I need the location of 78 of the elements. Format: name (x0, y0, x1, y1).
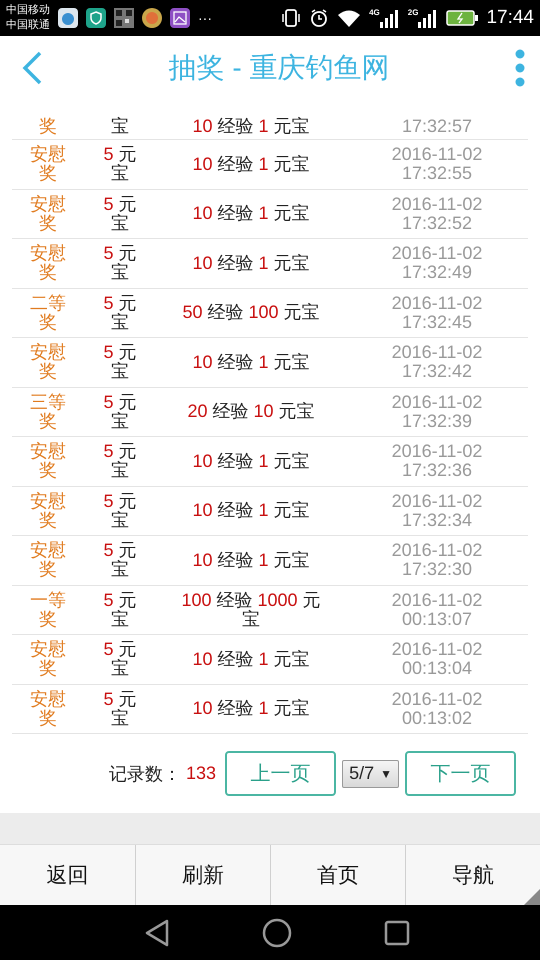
cost-text: 5 元宝 (102, 640, 138, 678)
prize-name: 安慰奖 (29, 640, 67, 678)
app-icon (142, 8, 162, 28)
nav-button[interactable]: 返回 (0, 845, 135, 905)
recent-apps-icon[interactable] (384, 920, 410, 946)
prize-name: 安慰奖 (29, 492, 67, 530)
cost-text: 宝 (110, 117, 130, 136)
reward-text: 100 经验 1000 元宝 (180, 590, 322, 629)
draw-time: 2016-11-02 00:13:07 (392, 590, 482, 629)
qr-code-icon (114, 8, 134, 28)
clock: 17:44 (486, 7, 534, 29)
draw-time: 2016-11-02 17:32:52 (392, 194, 482, 233)
cost-text: 5 元宝 (102, 145, 138, 184)
carrier-name: 中国联通 (6, 18, 50, 33)
prize-name: 一等奖 (29, 590, 67, 629)
cost-text: 5 元宝 (102, 492, 138, 530)
draw-time: 2016-11-02 17:32:34 (392, 492, 482, 530)
cost-text: 5 元宝 (102, 244, 138, 282)
reward-text: 50 经验 100 元宝 (181, 303, 321, 322)
corner-triangle-icon (524, 889, 540, 905)
reward-text: 10 经验 1 元宝 (191, 550, 311, 570)
draw-time: 2016-11-02 17:32:55 (392, 145, 482, 184)
signal-icon (378, 8, 400, 28)
page-select[interactable]: 5/7 ▼ (342, 760, 399, 788)
prize-name: 安慰奖 (29, 194, 67, 233)
cost-text: 5 元宝 (102, 294, 138, 332)
network-type: 4G (369, 8, 380, 17)
record-count-label: 记录数： (109, 762, 182, 786)
gallery-icon (170, 8, 190, 28)
cost-text: 5 元宝 (102, 194, 138, 233)
page-title: 抽奖 - 重庆钓鱼网 (168, 51, 390, 85)
prize-name: 安慰奖 (29, 690, 67, 728)
app-icon (58, 8, 78, 28)
wifi-icon (337, 9, 362, 27)
cost-text: 5 元宝 (102, 392, 138, 431)
draw-time: 2016-11-02 17:32:36 (392, 442, 482, 480)
cost-text: 5 元宝 (102, 343, 138, 382)
cost-text: 5 元宝 (102, 541, 138, 580)
back-icon[interactable] (144, 918, 170, 948)
network-type: 2G (408, 8, 418, 17)
prize-name: 安慰奖 (29, 343, 67, 382)
vibrate-icon (281, 8, 302, 28)
more-notifications-icon: ··· (198, 10, 212, 26)
draw-time: 2016-11-02 17:32:42 (392, 343, 482, 382)
draw-time: 2016-11-02 17:32:30 (392, 541, 482, 580)
draw-time: 2016-11-02 00:13:04 (392, 640, 482, 678)
reward-text: 10 经验 1 元宝 (191, 352, 311, 372)
draw-time: 2016-11-02 17:32:49 (392, 244, 482, 282)
signal-icon (416, 8, 438, 28)
cost-text: 5 元宝 (102, 442, 138, 480)
cost-text: 5 元宝 (102, 690, 138, 728)
carrier-name: 中国移动 (6, 3, 50, 18)
cost-text: 5 元宝 (102, 590, 138, 629)
reward-text: 10 经验 1 元宝 (191, 501, 311, 520)
home-icon[interactable] (262, 918, 292, 948)
battery-icon (446, 10, 478, 26)
reward-text: 10 经验 1 元宝 (191, 452, 311, 471)
prize-name: 安慰奖 (29, 442, 67, 480)
reward-text: 10 经验 1 元宝 (191, 650, 311, 669)
alarm-icon (309, 8, 330, 28)
prize-name: 安慰奖 (29, 244, 67, 282)
prize-name: 奖 (38, 117, 58, 136)
reward-text: 20 经验 10 元宝 (186, 402, 316, 422)
draw-time: 2016-11-02 17:32:45 (392, 294, 482, 332)
shield-icon (86, 8, 106, 28)
draw-time: 2016-11-02 17:32:39 (392, 392, 482, 431)
prize-name: 二等奖 (29, 294, 67, 332)
reward-text: 10 经验 1 元宝 (191, 254, 311, 273)
prize-name: 三等奖 (29, 392, 67, 431)
reward-text: 10 经验 1 元宝 (191, 204, 311, 224)
draw-time: 17:32:57 (402, 117, 472, 136)
reward-text: 10 经验 1 元宝 (191, 154, 311, 174)
prize-name: 安慰奖 (29, 541, 67, 580)
prize-name: 安慰奖 (29, 145, 67, 184)
record-count: 133 (186, 763, 216, 784)
reward-text: 10 经验 1 元宝 (191, 117, 311, 136)
reward-text: 10 经验 1 元宝 (191, 699, 311, 718)
draw-time: 2016-11-02 00:13:02 (392, 690, 482, 728)
